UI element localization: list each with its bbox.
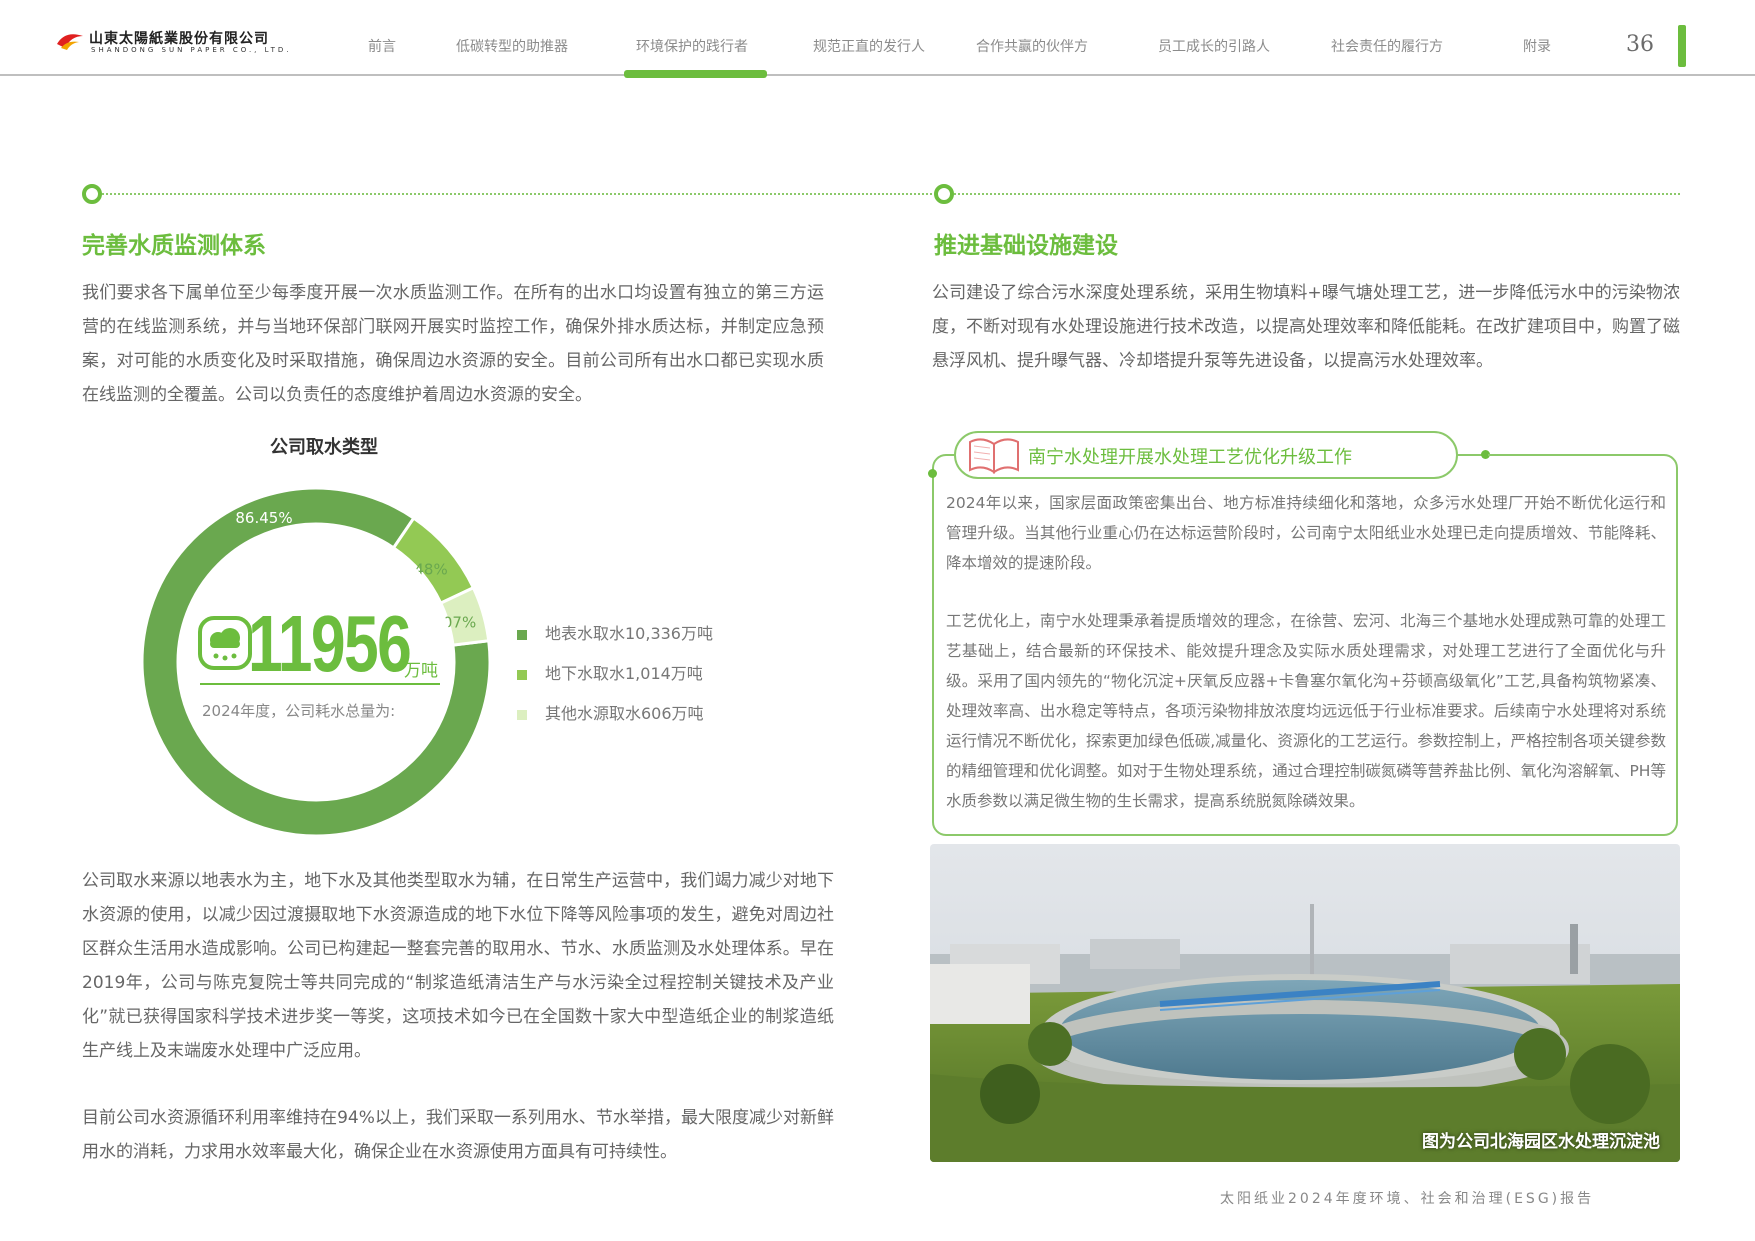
legend-surface-water: 地表水取水10,336万吨 <box>517 620 713 644</box>
open-book-icon <box>969 438 1019 474</box>
sun-logo-icon <box>57 34 83 50</box>
sedimentation-tank-photo: 图为公司北海园区水处理沉淀池 <box>930 844 1680 1162</box>
legend-swatch-other <box>517 709 527 720</box>
company-name-en: SHANDONG SUN PAPER CO., LTD. <box>91 46 292 54</box>
legend-ground-water: 地下水取水1,014万吨 <box>517 660 703 684</box>
nav-low-carbon[interactable]: 低碳转型的助推器 <box>456 36 568 56</box>
nav-social[interactable]: 社会责任的履行方 <box>1331 36 1443 56</box>
case-connector-line <box>1488 454 1608 456</box>
infrastructure-paragraph: 公司建设了综合污水深度处理系统，采用生物填料+曝气塘处理工艺，进一步降低污水中的… <box>932 283 1680 371</box>
nav-environment[interactable]: 环境保护的践行者 <box>636 36 748 56</box>
total-underline <box>200 683 440 685</box>
water-drop-cloud-icon <box>198 616 252 670</box>
section-divider-right <box>954 193 1680 195</box>
page-header: 山東太陽紙業股份有限公司 SHANDONG SUN PAPER CO., LTD… <box>0 0 1755 78</box>
water-treatment-scene <box>930 844 1680 1162</box>
section-title-infrastructure: 推进基础设施建设 <box>934 233 1118 259</box>
section-marker-right <box>934 184 954 204</box>
photo-caption: 图为公司北海园区水处理沉淀池 <box>1422 1132 1660 1152</box>
nav-employees[interactable]: 员工成长的引路人 <box>1158 36 1270 56</box>
donut-label-0: 86.45% <box>235 509 292 527</box>
total-water-caption: 2024年度，公司耗水总量为: <box>202 702 396 720</box>
page-number: 36 <box>1626 32 1654 57</box>
page-number-bar <box>1678 25 1686 67</box>
section-title-water-monitoring: 完善水质监测体系 <box>82 233 266 259</box>
water-monitoring-paragraph: 我们要求各下属单位至少每季度开展一次水质监测工作。在所有的出水口均设置有独立的第… <box>82 283 824 405</box>
company-logo: 山東太陽紙業股份有限公司 SHANDONG SUN PAPER CO., LTD… <box>55 28 315 58</box>
case-study-box: 2024年以来，国家层面政策密集出台、地方标准持续细化和落地，众多污水处理厂开始… <box>932 454 1678 836</box>
case-study-title: 南宁水处理开展水处理工艺优化升级工作 <box>1028 447 1352 468</box>
water-recycling-paragraph: 目前公司水资源循环利用率维持在94%以上，我们采取一系列用水、节水举措，最大限度… <box>82 1108 834 1162</box>
nav-partners[interactable]: 合作共赢的伙伴方 <box>976 36 1088 56</box>
case-study-detail: 工艺优化上，南宁水处理秉承着提质增效的理念，在徐营、宏河、北海三个基地水处理成熟… <box>946 612 1666 810</box>
legend-label-ground: 地下水取水1,014万吨 <box>545 664 703 683</box>
chart-title: 公司取水类型 <box>270 437 378 458</box>
legend-label-surface: 地表水取水10,336万吨 <box>545 624 713 643</box>
section-marker-left <box>82 184 102 204</box>
water-source-paragraph: 公司取水来源以地表水为主，地下水及其他类型取水为辅，在日常生产运营中，我们竭力减… <box>82 871 834 1061</box>
total-water-unit: 万吨 <box>404 661 438 681</box>
report-footer: 太阳纸业2024年度环境、社会和治理(ESG)报告 <box>1220 1191 1595 1207</box>
section-divider-left <box>102 193 932 195</box>
company-name-cn: 山東太陽紙業股份有限公司 <box>89 31 269 47</box>
nav-preface[interactable]: 前言 <box>368 36 396 56</box>
nav-governance[interactable]: 规范正直的发行人 <box>813 36 925 56</box>
case-box-dot-left <box>928 469 937 478</box>
legend-label-other: 其他水源取水606万吨 <box>545 704 704 723</box>
legend-other-water: 其他水源取水606万吨 <box>517 700 704 724</box>
legend-swatch-ground <box>517 669 527 680</box>
legend-swatch-surface <box>517 629 527 640</box>
case-study-intro: 2024年以来，国家层面政策密集出台、地方标准持续细化和落地，众多污水处理厂开始… <box>946 494 1666 572</box>
total-water-number: 11956 <box>248 599 412 688</box>
nav-appendix[interactable]: 附录 <box>1523 36 1551 56</box>
active-nav-indicator <box>624 70 767 78</box>
